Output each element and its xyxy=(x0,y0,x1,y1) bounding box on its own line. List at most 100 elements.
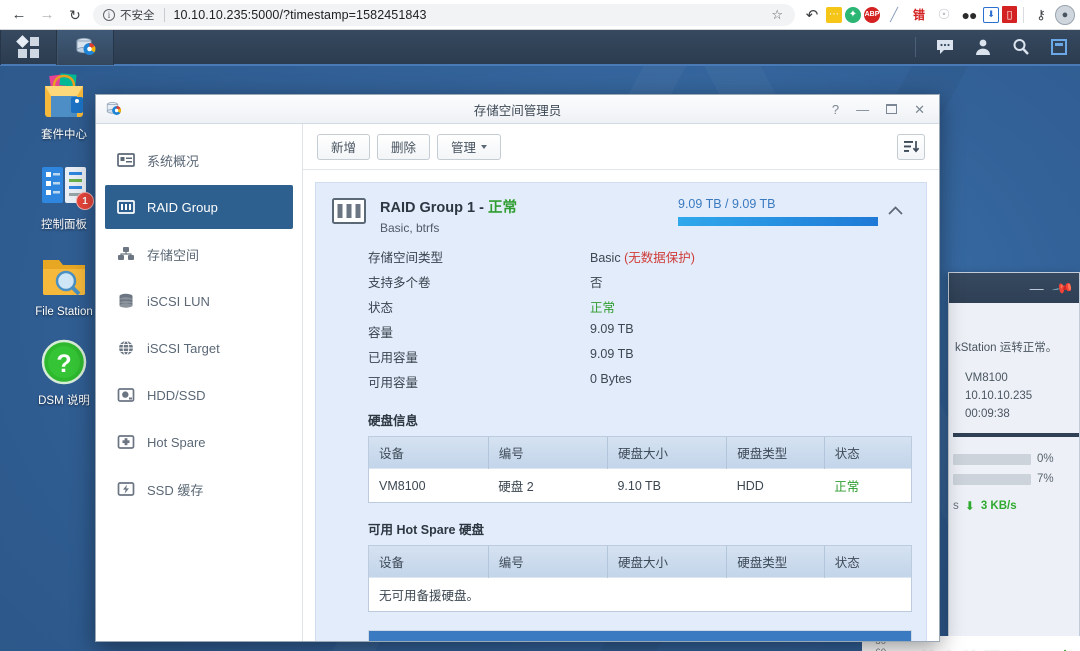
raid-group-title-block: RAID Group 1 - 正常 Basic, btrfs xyxy=(380,196,517,235)
reload-icon[interactable]: ↻ xyxy=(61,1,89,29)
delete-button[interactable]: 删除 xyxy=(377,133,431,160)
pin-icon[interactable]: 📌 xyxy=(1050,276,1074,300)
col-device[interactable]: 设备 xyxy=(369,437,489,469)
widgets-icon[interactable] xyxy=(1042,32,1076,62)
hotspare-header-row: 设备 编号 硬盘大小 硬盘类型 状态 xyxy=(369,546,911,578)
widget-meter-row: 0% xyxy=(953,449,1079,469)
dsm-taskbar xyxy=(0,30,1080,66)
detail-key: 容量 xyxy=(368,326,394,340)
cuo-extension-icon[interactable]: 错 xyxy=(908,4,930,26)
user-options-icon[interactable] xyxy=(966,32,1000,62)
iscsi-target-icon xyxy=(117,339,135,357)
notes-extension-icon[interactable]: ⋯ xyxy=(826,6,842,23)
download-arrow-icon: ⬇ xyxy=(964,499,975,513)
notifications-icon[interactable] xyxy=(928,32,962,62)
ruler-extension-icon[interactable]: ╱ xyxy=(883,4,905,26)
profile-avatar-icon[interactable]: ● xyxy=(1055,4,1075,25)
raid-group-header: RAID Group 1 - 正常 Basic, btrfs 9.09 TB /… xyxy=(316,183,926,244)
network-value: 3 KB/s xyxy=(980,500,1017,512)
resource-widget-panel: — 📌 kStation 运转正常。 VM8100 10.10.10.235 0… xyxy=(948,272,1080,644)
window-title: 存储空间管理员 xyxy=(473,103,562,118)
chart-sparkline xyxy=(1064,649,1066,651)
extensions-row: ↶ ⋯ ✦ ABP ╱ 错 ☉ ●● ⬇ ▯ ⚷ ● xyxy=(801,4,1080,26)
delete-button-label: 删除 xyxy=(391,141,417,155)
search-icon[interactable] xyxy=(1004,32,1038,62)
raid-group-status: 正常 xyxy=(487,200,517,216)
col-type[interactable]: 硬盘类型 xyxy=(726,546,825,578)
detail-value: Basic (无数据保护) xyxy=(590,247,695,266)
raid-group-separator: - xyxy=(479,200,484,216)
sidebar-item-ssd-cache[interactable]: SSD 缓存 xyxy=(105,467,293,511)
cell-type: HDD xyxy=(726,468,825,502)
table-row[interactable]: VM8100 硬盘 2 9.10 TB HDD 正常 xyxy=(369,468,911,502)
sidebar-item-raid-group[interactable]: RAID Group xyxy=(105,185,293,229)
disk-section-title: 硬盘信息 xyxy=(368,414,419,428)
site-info-icon[interactable]: i xyxy=(103,8,115,21)
storage-manager-window: 存储空间管理员 ? — ✕ 系统概况 RAID Group 存储空间 iSCSI… xyxy=(95,94,940,642)
col-device[interactable]: 设备 xyxy=(369,546,489,578)
window-titlebar[interactable]: 存储空间管理员 ? — ✕ xyxy=(96,95,939,124)
raid-capacity-bar xyxy=(678,217,878,226)
detail-row: 状态 正常 xyxy=(368,294,912,319)
sidebar-item-iscsi-target[interactable]: iSCSI Target xyxy=(105,326,293,370)
back-arrow-icon[interactable]: ← xyxy=(5,1,33,29)
create-button[interactable]: 新增 xyxy=(317,133,371,160)
col-size[interactable]: 硬盘大小 xyxy=(607,437,728,469)
axis-tick: 60 xyxy=(864,647,886,651)
detail-row: 存储空间类型 Basic (无数据保护) xyxy=(368,244,912,269)
chevron-down-icon xyxy=(481,144,488,149)
col-type[interactable]: 硬盘类型 xyxy=(726,437,825,469)
star-icon[interactable]: ☆ xyxy=(771,7,783,23)
col-status[interactable]: 状态 xyxy=(824,437,911,469)
forward-arrow-icon[interactable]: → xyxy=(33,1,61,29)
detail-key: 存储空间类型 xyxy=(368,251,444,265)
green-globe-extension-icon[interactable]: ✦ xyxy=(845,6,861,23)
hot-spare-icon xyxy=(117,433,135,451)
widget-row-ip: 10.10.10.235 xyxy=(965,390,1033,402)
col-size[interactable]: 硬盘大小 xyxy=(607,546,728,578)
detail-value: 9.09 TB xyxy=(590,322,634,336)
sort-button[interactable] xyxy=(897,133,925,160)
raid-capacity-text: 9.09 TB / 9.09 TB xyxy=(678,197,776,211)
meter-percent: 7% xyxy=(1037,473,1054,485)
detail-row: 支持多个卷 否 xyxy=(368,269,912,294)
extensions-divider xyxy=(1023,6,1024,23)
col-number[interactable]: 编号 xyxy=(488,437,608,469)
gray-globe-extension-icon[interactable]: ☉ xyxy=(933,4,955,26)
adblock-plus-extension-icon[interactable]: ABP xyxy=(864,6,880,23)
sidebar-item-label: 存储空间 xyxy=(147,247,200,263)
collapse-toggle[interactable] xyxy=(878,196,912,235)
raid-group-content: RAID Group 1 - 正常 Basic, btrfs 9.09 TB /… xyxy=(303,170,939,641)
address-bar[interactable]: i 不安全 10.10.10.235:5000/?timestamp=15824… xyxy=(93,3,795,26)
manage-dropdown-button[interactable]: 管理 xyxy=(437,133,502,160)
undo-extension-icon[interactable]: ↶ xyxy=(801,4,823,26)
sidebar-item-storage-volume[interactable]: 存储空间 xyxy=(105,232,293,276)
meter-bar xyxy=(953,453,1031,465)
sidebar-item-iscsi-lun[interactable]: iSCSI LUN xyxy=(105,279,293,323)
sidebar-item-hdd-ssd[interactable]: HDD/SSD xyxy=(105,373,293,417)
disk-table-header-row: 设备 编号 硬盘大小 硬盘类型 状态 xyxy=(369,437,911,469)
download-extension-icon[interactable]: ⬇ xyxy=(983,6,999,23)
bookmark-extension-icon[interactable]: ▯ xyxy=(1002,6,1017,23)
main-menu-button[interactable] xyxy=(0,30,57,65)
minimize-icon[interactable]: — xyxy=(1030,280,1044,296)
key-icon[interactable]: ⚷ xyxy=(1030,4,1052,26)
widget-titlebar: — 📌 xyxy=(949,273,1079,303)
col-number[interactable]: 编号 xyxy=(488,546,608,578)
widget-content: kStation 运转正常。 VM8100 10.10.10.235 00:09… xyxy=(949,303,1079,513)
widget-row-model: VM8100 xyxy=(965,372,1008,384)
col-status[interactable]: 状态 xyxy=(824,546,911,578)
sidebar-item-label: SSD 缓存 xyxy=(147,482,204,498)
glasses-extension-icon[interactable]: ●● xyxy=(958,4,980,26)
sidebar-item-system-overview[interactable]: 系统概况 xyxy=(105,138,293,182)
detail-key: 状态 xyxy=(368,301,394,315)
sidebar-item-hot-spare[interactable]: Hot Spare xyxy=(105,420,293,464)
security-label: 不安全 xyxy=(120,9,155,22)
detail-value-text: Basic xyxy=(590,251,621,265)
raid-group-icon xyxy=(117,198,135,216)
manage-button-label: 管理 xyxy=(451,141,477,155)
hdd-ssd-icon xyxy=(117,386,135,404)
screen-root: ← → ↻ i 不安全 10.10.10.235:5000/?timestamp… xyxy=(0,0,1080,651)
raid-array-icon xyxy=(332,198,366,224)
taskbar-storage-manager[interactable] xyxy=(57,30,114,65)
